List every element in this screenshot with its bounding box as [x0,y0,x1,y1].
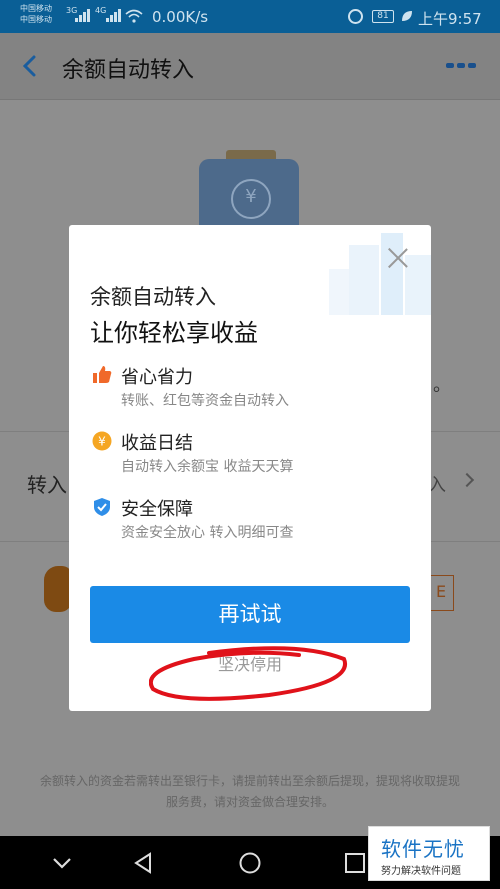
signal-icon-2 [106,9,121,22]
hide-keyboard-icon[interactable] [50,851,74,875]
leaf-icon [402,11,412,21]
page-title: 余额自动转入 [62,58,195,83]
more-icon[interactable] [446,63,476,71]
footer-notice: 余额转入的资金若需转出至银行卡，请提前转出至余额后提现，提现将收取提现服务费，请… [40,774,461,809]
carrier-label: 中国移动 中国移动 [20,4,52,24]
alarm-icon [348,9,363,24]
feature-title: 收益日结 [121,433,193,454]
signal-icon [75,9,90,22]
chevron-left-icon[interactable] [20,55,40,77]
clock: 上午9:57 [418,10,482,28]
city-skyline-decoration [329,233,431,315]
recents-nav-icon[interactable] [343,851,367,875]
watermark-logo: 软件无忧 努力解决软件问题 [368,826,490,881]
yuan-coin-icon: ¥ [92,431,112,451]
feature-title: 安全保障 [121,499,193,520]
network-speed: 0.00K/s [152,8,209,26]
status-bar: 中国移动 中国移动 3G 4G 0.00K/s 81 上午9:57 [0,0,500,33]
home-nav-icon[interactable] [238,851,262,875]
shield-check-icon [94,498,110,516]
feature-desc: 资金安全放心 转入明细可查 [121,525,294,541]
svg-text:¥: ¥ [98,435,106,449]
feature-desc: 转账、红包等资金自动转入 [121,393,289,409]
dialog-title: 余额自动转入 [90,285,216,309]
close-icon[interactable] [387,247,409,269]
wifi-icon [125,9,143,23]
background-text-fragment: 。 [433,375,451,396]
chevron-right-icon [459,472,475,488]
dialog-subtitle: 让你轻松享收益 [90,319,258,347]
retry-button[interactable]: 再试试 [90,586,410,643]
promo-tag: E [428,575,454,611]
watermark-subtitle: 努力解决软件问题 [381,866,461,877]
auto-transfer-dialog: 余额自动转入 让你轻松享收益 省心省力 转账、红包等资金自动转入 ¥ 收益日结 … [69,225,431,711]
red-circle-annotation [149,646,348,701]
feature-desc: 自动转入余额宝 收益天天算 [121,459,294,475]
feature-title: 省心省力 [121,367,193,388]
battery-icon: 81 [372,10,394,23]
money-bag-icon [44,566,72,612]
settings-row-label: 转入 [27,473,67,497]
network-type-label-2: 4G [95,6,107,15]
app-header: 余额自动转入 [0,33,500,100]
thumbs-up-icon [93,366,112,383]
watermark-title: 软件无忧 [381,837,465,861]
back-nav-icon[interactable] [131,851,155,875]
